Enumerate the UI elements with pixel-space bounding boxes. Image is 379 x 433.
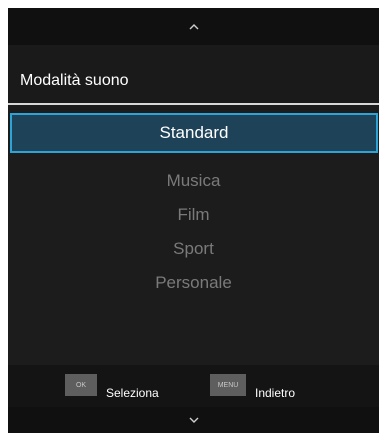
options-list: Standard Musica Film Sport Personale bbox=[8, 105, 379, 365]
option-sport[interactable]: Sport bbox=[8, 234, 379, 264]
option-personale[interactable]: Personale bbox=[8, 268, 379, 298]
scroll-down-bar[interactable] bbox=[8, 407, 379, 433]
menu-key-icon: MENU bbox=[210, 374, 246, 396]
ok-key-icon: OK bbox=[65, 374, 97, 396]
select-hint-label: Seleziona bbox=[106, 386, 159, 400]
option-standard[interactable]: Standard bbox=[10, 113, 378, 153]
chevron-down-icon[interactable] bbox=[189, 417, 199, 424]
chevron-up-icon[interactable] bbox=[189, 23, 199, 30]
option-label: Standard bbox=[159, 123, 229, 142]
menu-title: Modalità suono bbox=[20, 72, 129, 89]
option-label: Personale bbox=[155, 273, 232, 292]
option-film[interactable]: Film bbox=[8, 200, 379, 230]
sound-mode-menu: Modalità suono Standard Musica Film Spor… bbox=[8, 8, 379, 433]
key-hints-bar: OK Seleziona MENU Indietro bbox=[8, 365, 379, 407]
back-hint-label: Indietro bbox=[255, 386, 296, 400]
option-label: Musica bbox=[166, 171, 221, 190]
option-musica[interactable]: Musica bbox=[8, 166, 379, 196]
option-label: Sport bbox=[173, 239, 214, 258]
scroll-up-bar[interactable] bbox=[8, 8, 379, 45]
menu-header: Modalità suono bbox=[8, 45, 379, 105]
option-label: Film bbox=[177, 205, 210, 224]
